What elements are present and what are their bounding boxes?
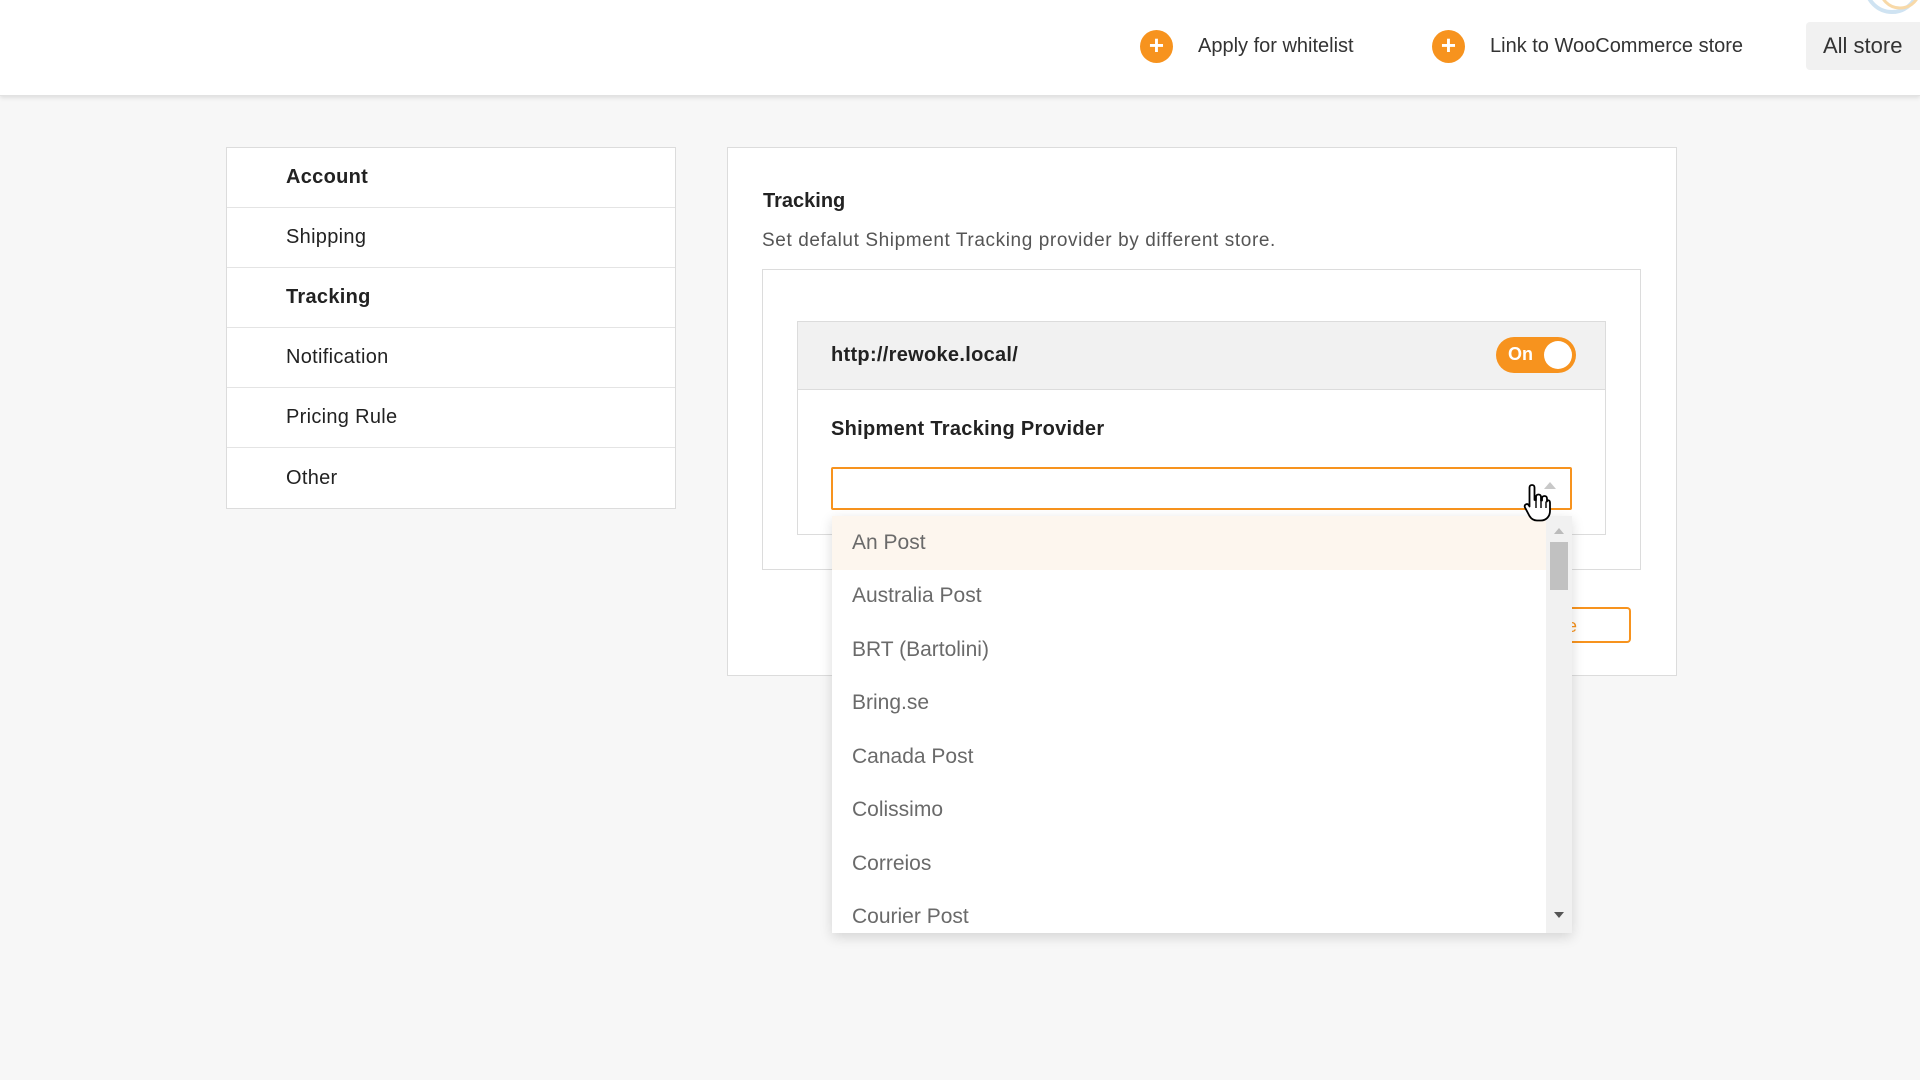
dropdown-option[interactable]: An Post <box>832 516 1572 570</box>
menu-item-label: Account <box>286 166 369 188</box>
menu-item-notification[interactable]: Notification <box>227 328 675 388</box>
menu-item-tracking[interactable]: Tracking <box>227 268 675 328</box>
dropdown-option[interactable]: Australia Post <box>832 570 1572 624</box>
option-label: Bring.se <box>852 691 930 715</box>
provider-dropdown-list: An Post Australia Post BRT (Bartolini) B… <box>832 516 1572 933</box>
page-title: Tracking <box>763 190 846 212</box>
menu-item-label: Notification <box>286 346 389 368</box>
menu-item-account[interactable]: Account <box>227 148 675 208</box>
option-label: An Post <box>852 530 926 554</box>
option-label: Correios <box>852 851 932 875</box>
scrollbar-thumb[interactable] <box>1550 542 1568 590</box>
menu-item-other[interactable]: Other <box>227 448 675 508</box>
decorative-logo-icon <box>1867 0 1918 14</box>
option-label: Canada Post <box>852 744 974 768</box>
menu-item-label: Shipping <box>286 226 367 248</box>
menu-item-pricing-rule[interactable]: Pricing Rule <box>227 388 675 448</box>
option-label: BRT (Bartolini) <box>852 637 989 661</box>
store-enable-toggle[interactable]: On <box>1496 337 1576 373</box>
menu-item-label: Tracking <box>286 286 371 308</box>
scroll-up-arrow-icon[interactable] <box>1554 528 1564 534</box>
apply-whitelist-button[interactable]: + Apply for whitelist <box>1140 28 1354 64</box>
dropdown-option[interactable]: BRT (Bartolini) <box>832 623 1572 677</box>
top-header: + Apply for whitelist + Link to WooComme… <box>0 0 1920 96</box>
dropdown-option[interactable]: Colissimo <box>832 784 1572 838</box>
menu-item-label: Other <box>286 466 338 489</box>
store-selector[interactable]: All store <box>1806 22 1920 70</box>
page-description: Set defalut Shipment Tracking provider b… <box>762 230 1276 251</box>
link-woocommerce-button[interactable]: + Link to WooCommerce store <box>1432 28 1743 64</box>
store-panel-header: http://rewoke.local/ On <box>798 322 1605 390</box>
option-label: Courier Post <box>852 905 969 929</box>
store-url: http://rewoke.local/ <box>831 344 1019 366</box>
provider-field-label: Shipment Tracking Provider <box>831 418 1105 440</box>
plus-circle-icon: + <box>1432 29 1465 63</box>
dropdown-option[interactable]: Courier Post <box>832 891 1572 934</box>
save-button[interactable]: e <box>1567 607 1631 643</box>
toggle-label: On <box>1508 344 1533 364</box>
chevron-up-icon[interactable] <box>1544 482 1556 489</box>
menu-item-shipping[interactable]: Shipping <box>227 208 675 268</box>
option-label: Australia Post <box>852 584 982 608</box>
dropdown-option[interactable]: Correios <box>832 837 1572 891</box>
link-woocommerce-label: Link to WooCommerce store <box>1490 34 1744 57</box>
scroll-down-arrow-icon[interactable] <box>1554 912 1564 918</box>
dropdown-option[interactable]: Bring.se <box>832 677 1572 731</box>
dropdown-option[interactable]: Canada Post <box>832 730 1572 784</box>
tracking-provider-select[interactable] <box>831 467 1572 510</box>
dropdown-scrollbar[interactable] <box>1546 516 1572 933</box>
menu-item-label: Pricing Rule <box>286 406 398 428</box>
option-label: Colissimo <box>852 798 944 822</box>
settings-menu: Account Shipping Tracking Notification P… <box>226 147 676 509</box>
apply-whitelist-label: Apply for whitelist <box>1198 34 1354 57</box>
toggle-knob <box>1544 341 1572 369</box>
plus-circle-icon: + <box>1140 29 1173 63</box>
